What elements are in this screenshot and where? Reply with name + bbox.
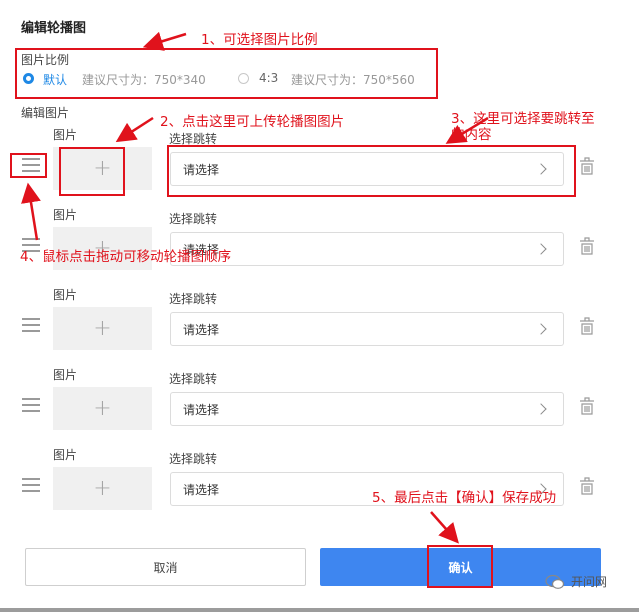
wechat-icon (545, 574, 565, 589)
watermark: 开问网 (545, 573, 607, 590)
annotation-arrows (21, 31, 489, 544)
bottom-divider (0, 608, 639, 612)
watermark-text: 开问网 (571, 575, 608, 589)
